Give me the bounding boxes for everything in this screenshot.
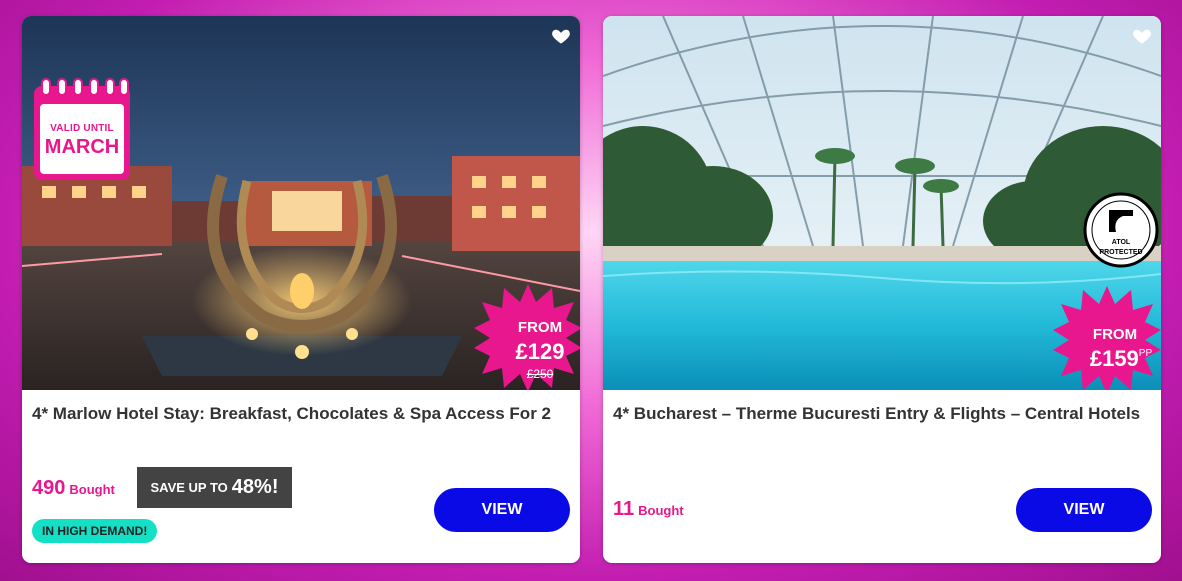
- bought-label: Bought: [638, 503, 684, 518]
- bought-count: 490 Bought: [32, 477, 115, 500]
- atol-protected-text: PROTECTED: [1099, 249, 1142, 256]
- deal-photo[interactable]: VALID UNTIL MARCH FROM £129 £250: [22, 16, 580, 390]
- deal-price-value: £159: [1089, 346, 1139, 371]
- deal-price: £129: [515, 339, 565, 364]
- save-prefix: SAVE UP TO: [150, 480, 228, 495]
- badge-month: MARCH: [44, 136, 120, 158]
- original-price: £250: [526, 367, 554, 381]
- bought-label: Bought: [69, 482, 115, 497]
- bought-count: 11 Bought: [613, 498, 684, 521]
- price-from-label: FROM: [1092, 326, 1138, 343]
- badge-valid-until: VALID UNTIL: [50, 123, 114, 134]
- save-percent: 48%!: [231, 476, 279, 498]
- deal-title[interactable]: 4* Bucharest – Therme Bucuresti Entry & …: [613, 401, 1153, 427]
- deal-price: £159PP: [1077, 346, 1161, 372]
- price-per-person: PP: [1138, 348, 1153, 359]
- deal-card-bucharest[interactable]: ATOL PROTECTED FROM £159PP 4* Bucharest …: [603, 16, 1161, 563]
- view-button[interactable]: VIEW: [1016, 488, 1152, 532]
- price-from-label: FROM: [517, 319, 563, 336]
- bought-number: 11: [613, 498, 635, 520]
- bought-number: 490: [32, 477, 66, 499]
- heart-icon[interactable]: [1132, 26, 1152, 46]
- heart-icon[interactable]: [551, 26, 571, 46]
- save-badge: SAVE UP TO 48%!: [137, 467, 292, 508]
- deal-photo[interactable]: ATOL PROTECTED FROM £159PP: [603, 16, 1161, 390]
- high-demand-badge: IN HIGH DEMAND!: [32, 519, 158, 543]
- atol-text: ATOL: [1112, 239, 1131, 246]
- deal-title[interactable]: 4* Marlow Hotel Stay: Breakfast, Chocola…: [32, 401, 572, 427]
- deal-card-marlow[interactable]: VALID UNTIL MARCH FROM £129 £250 4* Marl…: [22, 16, 580, 563]
- view-button[interactable]: VIEW: [434, 488, 570, 532]
- atol-icon: ATOL PROTECTED: [1083, 192, 1159, 268]
- deals-grid: VALID UNTIL MARCH FROM £129 £250 4* Marl…: [0, 0, 1182, 581]
